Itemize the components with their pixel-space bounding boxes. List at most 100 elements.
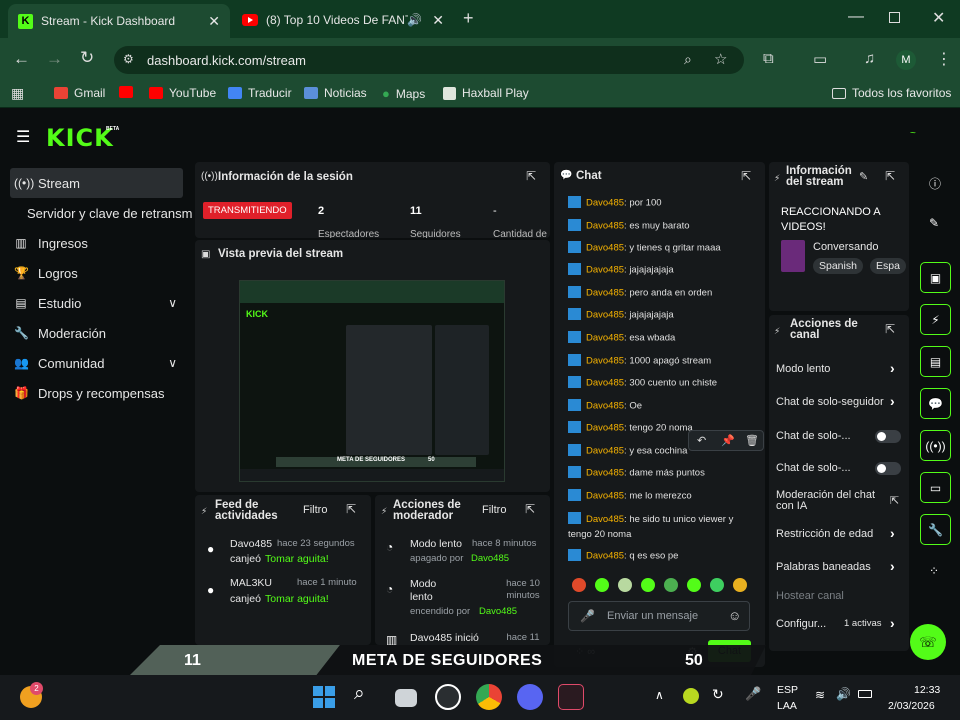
sidebar-item-moderacion[interactable]: 🔧 Moderación [10,318,183,348]
chat-username[interactable]: Davo485 [586,288,624,299]
chat-username[interactable]: Davo485 [586,378,624,389]
search-icon[interactable]: ⌕ [684,51,692,68]
chat-username[interactable]: Davo485 [586,243,624,254]
emote-icon[interactable] [572,578,586,592]
chat-message[interactable]: Davo485: y tienes q gritar maaa [568,241,721,254]
tray-sync-icon[interactable]: ↻ [712,686,724,703]
edit-icon[interactable]: ✎ [859,170,868,183]
more-actions-icon[interactable]: ⁘ [929,564,939,578]
chat-username[interactable]: Davo485 [586,310,624,321]
chat-message[interactable]: Davo485: por 100 [568,196,662,209]
chat-message[interactable]: Davo485: Oe [568,399,642,412]
quick-action-moderation[interactable]: 🔧 [920,514,951,545]
stream-preview-video[interactable]: KICK META DE SEGUIDORES 50 [239,280,505,482]
emote-icon[interactable] [687,578,701,592]
popout-icon[interactable]: ⇱ [525,502,535,516]
close-tab-icon[interactable]: ✕ [208,13,220,30]
chat-username[interactable]: Davo485 [586,423,624,434]
chat-message[interactable]: Davo485: y esa cochina [568,444,687,457]
bookmark-haxball[interactable]: Haxball Play [443,86,529,100]
clock-date[interactable]: 2/03/2026 [888,700,935,712]
chat-message[interactable]: Davo485: jajajajajaja [568,263,674,276]
chat-username[interactable]: Davo485 [586,514,624,525]
new-tab-button[interactable]: + [463,8,474,29]
user-avatar[interactable]: ~ [910,128,926,139]
emote-icon[interactable] [710,578,724,592]
tray-app-icon[interactable] [683,688,699,704]
back-icon[interactable]: ← [13,49,30,69]
profile-avatar[interactable]: M [896,50,916,70]
filter-button[interactable]: Filtro [303,504,327,516]
chat-message[interactable]: Davo485: 300 cuento un chiste [568,376,717,389]
sidebar-item-estudio[interactable]: ▤ Estudio ∨ [10,288,183,318]
chrome-icon[interactable] [476,684,502,710]
chat-username[interactable]: Davo485 [586,491,624,502]
chat-username[interactable]: Davo485 [586,401,624,412]
chat-username[interactable]: Davo485 [586,221,624,232]
edit-icon[interactable]: ✎ [929,216,939,230]
close-window-button[interactable]: ✕ [932,8,945,28]
chat-message[interactable]: Davo485: esa wbada [568,331,675,344]
restore-button[interactable] [889,12,900,23]
chat-username[interactable]: Davo485 [586,551,624,562]
site-settings-icon[interactable]: ⚙ [123,52,134,66]
popout-icon[interactable]: ⇱ [526,169,536,183]
media-control-icon[interactable]: ♫ [864,50,875,67]
bookmark-youtube-shortcut[interactable] [119,86,133,98]
emote-icon[interactable] [664,578,678,592]
reply-icon[interactable]: ↶ [697,434,706,447]
chat-message[interactable]: Davo485: jajajajajaja [568,308,674,321]
kick-logo[interactable]: KICK [46,124,114,152]
audio-playing-icon[interactable]: 🔊 [407,13,422,27]
volume-icon[interactable]: 🔊 [836,687,851,701]
reload-icon[interactable]: ↻ [80,48,94,68]
chat-message[interactable]: Davo485: pero anda en orden [568,286,712,299]
chat-message[interactable]: Davo485: he sido tu unico viewer y tengo… [568,512,750,542]
clock-time[interactable]: 12:33 [914,684,940,696]
battery-icon[interactable] [858,690,872,698]
delete-icon[interactable]: 🗑 [745,434,759,447]
bookmark-noticias[interactable]: Noticias [304,86,367,100]
chat-message[interactable]: Davo485: me lo merezco [568,489,692,502]
sidebar-item-drops[interactable]: 🎁 Drops y recompensas [10,378,183,408]
task-view-icon[interactable] [395,689,417,707]
all-bookmarks-folder[interactable]: Todos los favoritos [832,86,951,100]
hamburger-menu-icon[interactable]: ☰ [16,127,30,147]
quick-action-notes[interactable]: ▤ [920,346,951,377]
forward-icon[interactable]: → [46,49,63,69]
start-button[interactable] [311,684,337,710]
info-icon[interactable]: ⓘ [929,175,941,192]
toggle-switch[interactable] [875,430,901,443]
wifi-icon[interactable]: ≋ [815,688,825,702]
floating-support-button[interactable]: ☏ [910,624,946,660]
chat-message[interactable]: Davo485: q es eso pe [568,549,678,562]
apps-icon[interactable]: ▦ [11,85,24,102]
emote-icon[interactable] [733,578,747,592]
menu-icon[interactable]: ⋮ [936,49,952,69]
chat-username[interactable]: Davo485 [586,333,624,344]
microphone-icon[interactable]: 🎤 [580,609,595,623]
popout-icon[interactable]: ⇱ [885,322,895,336]
quick-action-broadcast[interactable]: ((•)) [920,430,951,461]
obs-icon[interactable] [435,684,461,710]
chat-message[interactable]: Davo485: es muy barato [568,219,690,232]
chat-input[interactable]: 🎤 Enviar un mensaje ☺ [568,601,750,631]
chat-message[interactable]: Davo485: 1000 apagó stream [568,354,711,367]
app-icon[interactable] [558,684,584,710]
popout-icon[interactable]: ⇱ [741,169,751,183]
bookmark-traducir[interactable]: Traducir [228,86,292,100]
sidebar-item-comunidad[interactable]: 👥 Comunidad ∨ [10,348,183,378]
extensions-icon[interactable]: ⧉ [763,50,774,67]
close-tab-icon[interactable]: ✕ [432,12,444,29]
chat-username[interactable]: Davo485 [586,468,624,479]
emote-icon[interactable] [641,578,655,592]
sidebar-item-stream[interactable]: ((•)) Stream [10,168,183,198]
tray-mic-icon[interactable]: 🎤 [745,686,761,702]
sidebar-item-server-key[interactable]: Servidor y clave de retransmisión [27,198,193,228]
discord-icon[interactable] [517,684,543,710]
tab-kick-dashboard[interactable]: K Stream - Kick Dashboard ✕ [8,4,230,38]
quick-action-clip[interactable]: ▣ [920,262,951,293]
quick-action-video[interactable]: ▭ [920,472,951,503]
toggle-switch[interactable] [875,462,901,475]
search-icon[interactable]: ⌕ [354,683,365,705]
